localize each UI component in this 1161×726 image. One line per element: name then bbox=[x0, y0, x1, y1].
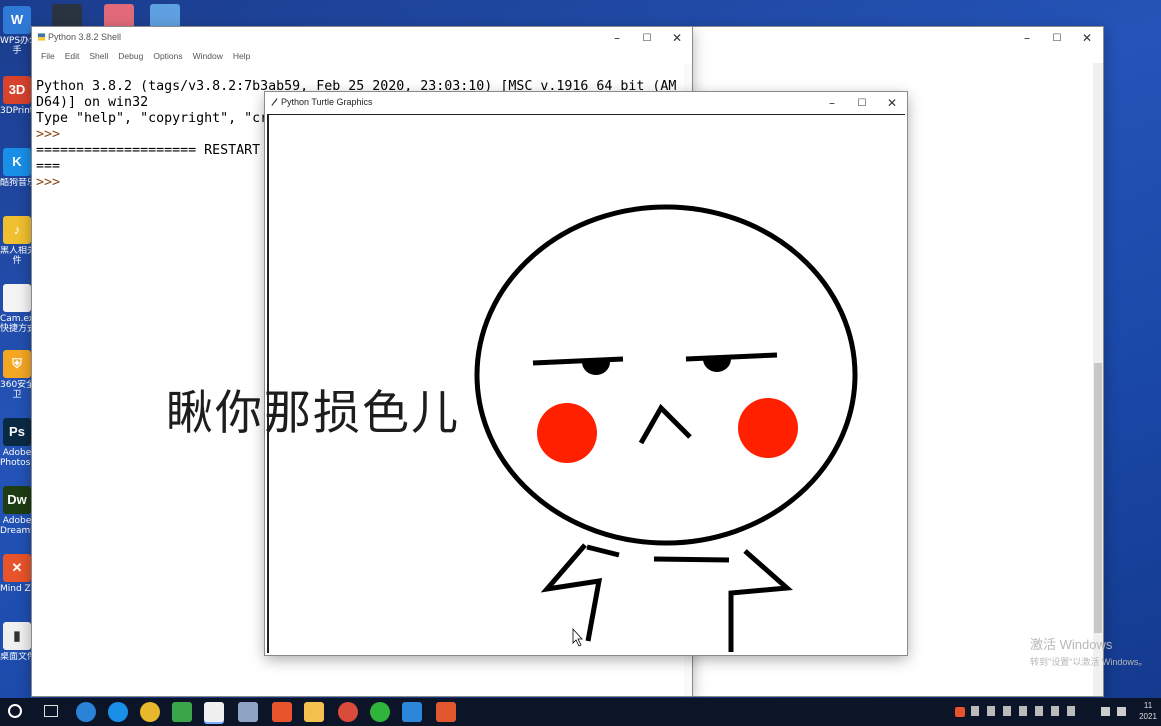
right-blush bbox=[738, 398, 798, 458]
taskbar-app-chrome-icon[interactable] bbox=[140, 702, 160, 722]
taskbar-app-player-icon[interactable] bbox=[172, 702, 192, 722]
desktop-icon[interactable]: ▮ 桌面文件 bbox=[0, 622, 34, 662]
watermark-subtitle: 转到"设置"以激活 Windows。 bbox=[1030, 657, 1148, 667]
chin-right bbox=[653, 556, 730, 563]
desktop-icon-label: Adobe Photosh bbox=[0, 448, 34, 468]
desktop-app-icon: Ps bbox=[3, 418, 31, 446]
feather-icon bbox=[271, 98, 278, 106]
taskbar-app-folder-icon[interactable] bbox=[304, 702, 324, 722]
activation-watermark: 激活 Windows 转到"设置"以激活 Windows。 bbox=[1030, 634, 1147, 668]
menu-help[interactable]: Help bbox=[228, 49, 255, 63]
right-eye bbox=[703, 359, 731, 372]
video-caption: 瞅你那损色儿 bbox=[166, 386, 460, 441]
turtle-close-button[interactable]: ✕ bbox=[877, 92, 907, 114]
desktop-app-icon: ✕ bbox=[3, 554, 31, 582]
desktop-icon[interactable]: K 酷狗音乐 bbox=[0, 148, 34, 188]
desktop-icon-label: 桌面文件 bbox=[0, 652, 34, 662]
input-method-icon[interactable] bbox=[955, 707, 965, 717]
desktop-icon-label: 黑人相关 件 bbox=[0, 246, 34, 266]
taskbar-app-wechat-icon[interactable] bbox=[370, 702, 390, 722]
menu-edit[interactable]: Edit bbox=[60, 49, 85, 63]
desktop-icon[interactable]: ♪ 黑人相关 件 bbox=[0, 216, 34, 266]
shell-maximize-button[interactable]: ☐ bbox=[632, 27, 662, 49]
desktop-icon[interactable]: 3D 3DPrinter bbox=[0, 76, 34, 116]
right-eyebrow bbox=[685, 352, 778, 362]
left-blush bbox=[537, 403, 597, 463]
menu-file[interactable]: File bbox=[36, 49, 60, 63]
desktop-icon[interactable]: ⛨ 360安全 卫 bbox=[0, 350, 34, 400]
face-outline bbox=[474, 204, 858, 546]
menu-shell[interactable]: Shell bbox=[84, 49, 113, 63]
system-tray: 11 2021 bbox=[951, 698, 1161, 726]
taskbar-app-python-icon[interactable] bbox=[204, 702, 224, 722]
taskbar-app-kugou-icon[interactable] bbox=[108, 702, 128, 722]
desktop-icon-label: 酷狗音乐 bbox=[0, 178, 34, 188]
desktop-app-icon: ▮ bbox=[3, 622, 31, 650]
desktop-app-icon: K bbox=[3, 148, 31, 176]
desktop: WWPS办公 手 3D 3DPrinter K 酷狗音乐 ♪黑人相关 件 Cam.exe 快… bbox=[0, 0, 1161, 698]
desktop-icon-label: Mind Ze bbox=[0, 584, 34, 594]
shell-close-button[interactable]: ✕ bbox=[662, 27, 692, 49]
nose bbox=[638, 403, 692, 445]
desktop-icon-label: WPS办公 手 bbox=[0, 36, 34, 56]
desktop-app-icon: Dw bbox=[3, 486, 31, 514]
shell-menubar: File Edit Shell Debug Options Window Hel… bbox=[32, 49, 692, 63]
right-arm bbox=[728, 549, 794, 655]
watermark-title: 激活 Windows bbox=[1030, 637, 1113, 652]
turtle-maximize-button[interactable]: ☐ bbox=[847, 92, 877, 114]
desktop-icon-label: 360安全 卫 bbox=[0, 380, 34, 400]
desktop-icon[interactable]: WWPS办公 手 bbox=[0, 6, 34, 56]
mouse-cursor-icon bbox=[572, 627, 583, 647]
desktop-icon[interactable]: ✕ Mind Ze bbox=[0, 554, 34, 594]
menu-options[interactable]: Options bbox=[148, 49, 187, 63]
desktop-icon-label: 3DPrinter bbox=[0, 106, 34, 116]
desktop-app-icon: ⛨ bbox=[3, 350, 31, 378]
taskbar-app-chrome2-icon[interactable] bbox=[338, 702, 358, 722]
python-icon bbox=[37, 33, 46, 41]
shell-title: Python 3.8.2 Shell bbox=[48, 32, 122, 42]
clock[interactable]: 11 2021 bbox=[1135, 700, 1161, 722]
taskbar: 11 2021 bbox=[0, 698, 1161, 726]
tray-icons[interactable] bbox=[971, 706, 1091, 718]
shell-minimize-button[interactable]: – bbox=[602, 27, 632, 49]
desktop-app-icon bbox=[3, 284, 31, 312]
bg-maximize-button[interactable]: ☐ bbox=[1042, 27, 1072, 49]
turtle-minimize-button[interactable]: – bbox=[817, 92, 847, 114]
bg-scrollbar[interactable] bbox=[1093, 63, 1103, 696]
taskbar-app-xmind-icon[interactable] bbox=[272, 702, 292, 722]
menu-window[interactable]: Window bbox=[188, 49, 228, 63]
task-view-icon[interactable] bbox=[44, 705, 58, 717]
desktop-icon[interactable]: Ps Adobe Photosh bbox=[0, 418, 34, 468]
desktop-app-icon: W bbox=[3, 6, 31, 34]
menu-debug[interactable]: Debug bbox=[113, 49, 148, 63]
start-button[interactable] bbox=[8, 704, 22, 718]
clock-time: 11 bbox=[1143, 701, 1153, 710]
bg-minimize-button[interactable]: – bbox=[1012, 27, 1042, 49]
desktop-app-icon: 3D bbox=[3, 76, 31, 104]
desktop-icon-label: Cam.exe 快捷方式 bbox=[0, 314, 34, 334]
network-icon[interactable] bbox=[1117, 707, 1126, 716]
bg-close-button[interactable]: ✕ bbox=[1072, 27, 1102, 49]
taskbar-app-browser-icon[interactable] bbox=[76, 702, 96, 722]
left-eye bbox=[582, 362, 610, 375]
desktop-icon[interactable]: Cam.exe 快捷方式 bbox=[0, 284, 34, 334]
left-arm bbox=[540, 543, 603, 642]
volume-icon[interactable] bbox=[1101, 707, 1110, 716]
desktop-icon[interactable]: DwAdobe Dreamwe bbox=[0, 486, 34, 536]
taskbar-app-idle-icon[interactable] bbox=[238, 702, 258, 722]
desktop-app-icon: ♪ bbox=[3, 216, 31, 244]
clock-date: 2021 bbox=[1139, 712, 1157, 721]
chin-left bbox=[586, 544, 620, 558]
taskbar-app-feishu-icon[interactable] bbox=[402, 702, 422, 722]
taskbar-app-camtasia-icon[interactable] bbox=[436, 702, 456, 722]
desktop-icon-label: Adobe Dreamwe bbox=[0, 516, 34, 536]
turtle-title: Python Turtle Graphics bbox=[281, 97, 373, 107]
